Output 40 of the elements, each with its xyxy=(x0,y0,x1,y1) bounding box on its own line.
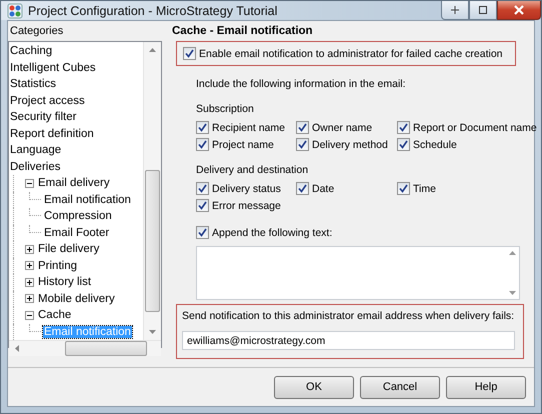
checkbox-label: Append the following text: xyxy=(212,226,332,238)
window-title: Project Configuration - MicroStrategy Tutorial xyxy=(28,4,278,18)
checkbox-label: Recipient name xyxy=(212,122,285,134)
email-field[interactable]: ewilliams@microstrategy.com xyxy=(182,331,515,350)
tree-item[interactable]: Printing xyxy=(37,260,78,272)
checkbox-label: Enable email notification to administrator for failed cache creation xyxy=(199,48,502,60)
tree-item[interactable]: File delivery xyxy=(37,243,100,256)
help-button[interactable]: Help xyxy=(446,376,526,398)
tree-item[interactable]: Security filter xyxy=(9,111,78,124)
checkbox-label: Error message xyxy=(212,200,281,212)
checkbox-label: Delivery status xyxy=(212,182,281,194)
categories-label: Categories xyxy=(9,25,64,39)
tree-item[interactable]: Project access xyxy=(9,94,86,107)
tree-item[interactable]: Intelligent Cubes xyxy=(9,62,97,74)
tree-item[interactable]: Caching xyxy=(9,45,54,58)
checkbox-label: Time xyxy=(413,182,436,194)
group-title: Subscription xyxy=(196,103,255,115)
tree-item[interactable]: Statistics xyxy=(9,78,58,90)
tree-item[interactable]: History list xyxy=(37,276,92,288)
include-label: Include the following information in the email: xyxy=(196,78,407,90)
checkbox-label: Delivery method xyxy=(312,138,388,150)
checkbox-label: Report or Document name xyxy=(413,122,537,134)
cancel-button[interactable]: Cancel xyxy=(360,376,440,398)
tree-item[interactable]: Mobile delivery xyxy=(37,292,116,305)
checkbox-label: Schedule xyxy=(413,138,457,150)
tree-item[interactable]: Deliveries xyxy=(9,160,62,173)
checkbox-label: Date xyxy=(312,182,334,194)
group-title: Delivery and destination xyxy=(196,164,310,176)
tree-item[interactable]: Email delivery xyxy=(37,177,111,190)
ok-button[interactable]: OK xyxy=(274,376,354,398)
email-address-label: Send notification to this administrator email address when delivery fails: xyxy=(182,310,514,322)
tree-item[interactable]: Report definition xyxy=(9,128,95,140)
tree-item[interactable]: Cache xyxy=(37,309,72,322)
checkbox-label: Owner name xyxy=(312,122,372,134)
tree-item[interactable]: Compression xyxy=(43,210,113,222)
checkbox-label: Project name xyxy=(212,138,274,150)
tree-item[interactable]: Language xyxy=(9,144,62,156)
tree-item[interactable]: Email Footer xyxy=(43,226,110,239)
tree-item[interactable]: Email notification xyxy=(43,194,132,206)
panel-title: Cache - Email notification xyxy=(172,25,314,39)
